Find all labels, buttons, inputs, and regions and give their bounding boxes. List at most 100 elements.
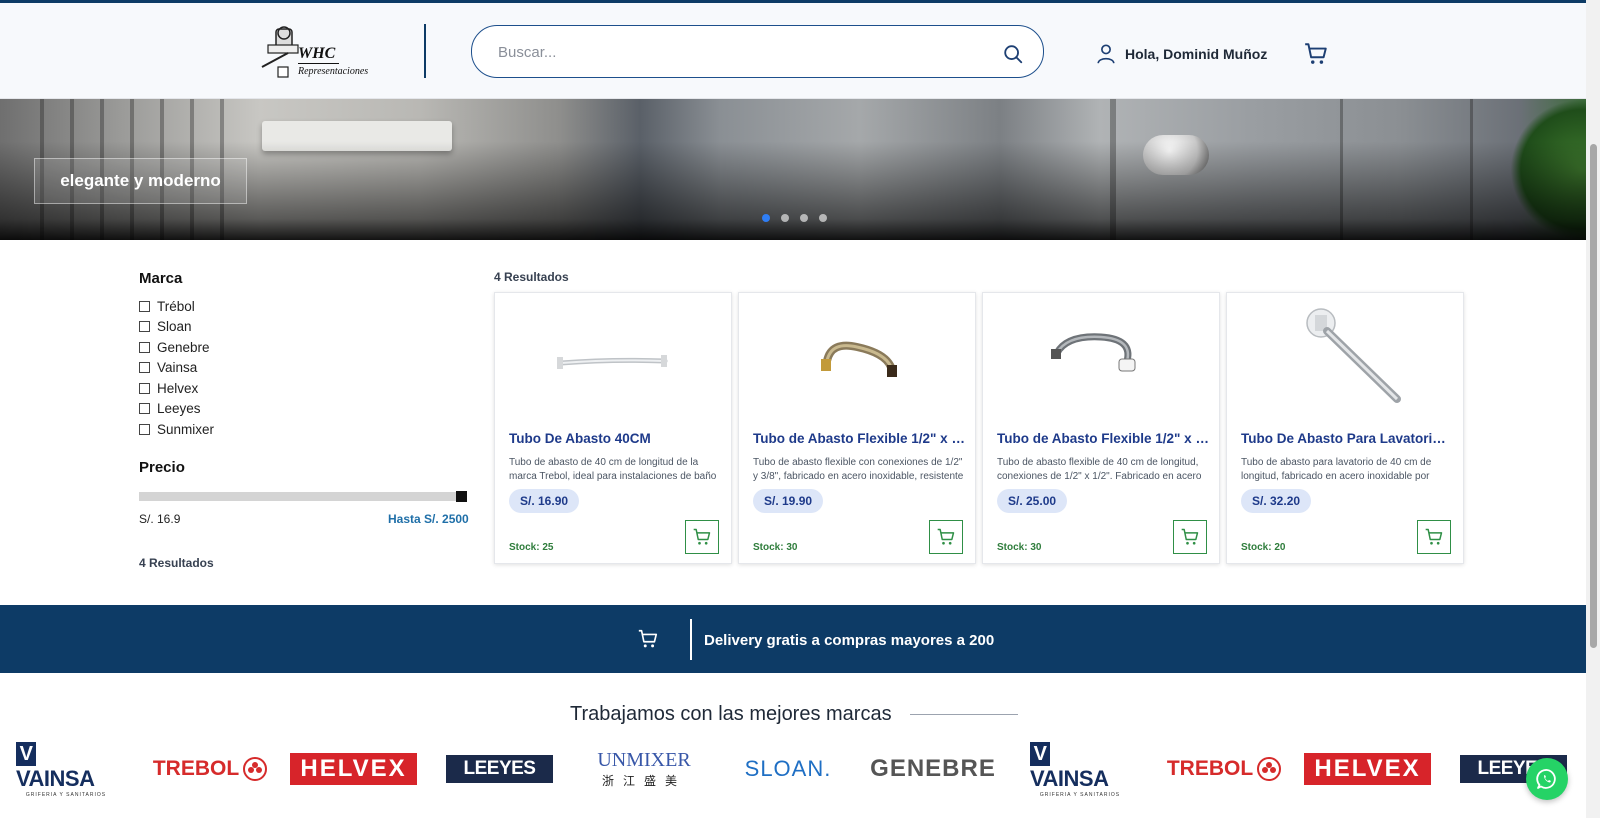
delivery-divider <box>690 619 692 660</box>
brand-filter-label: Helvex <box>157 380 199 396</box>
delivery-banner: Delivery gratis a compras mayores a 200 <box>0 605 1586 673</box>
delivery-text: Delivery gratis a compras mayores a 200 <box>704 632 995 649</box>
search-box <box>471 25 1044 78</box>
brand-filter-item[interactable]: Genebre <box>139 337 469 358</box>
product-stock: Stock: 30 <box>997 542 1042 553</box>
checkbox[interactable] <box>139 403 150 415</box>
brand-logo-vainsa[interactable]: VVAINSA GRIFERIA Y SANITARIOS <box>16 742 116 798</box>
whatsapp-icon <box>1536 769 1556 789</box>
vainsa-subtext: GRIFERIA Y SANITARIOS <box>25 792 107 798</box>
brand-filter-item[interactable]: Sunmixer <box>139 419 469 440</box>
brand-filter-item[interactable]: Sloan <box>139 317 469 338</box>
product-price: S/. 16.90 <box>509 489 580 513</box>
brand-filter-label: Leeyes <box>157 401 201 417</box>
helvex-text: HELVEX <box>1304 753 1431 785</box>
product-card[interactable]: Tubo de Abasto Flexible 1/2" x 1/2" Tubo… <box>982 292 1220 564</box>
price-range-handle[interactable] <box>456 491 467 502</box>
sloan-text: SLOAN. <box>744 756 832 781</box>
price-range-slider[interactable] <box>139 492 467 501</box>
logo-title: WHC <box>298 45 340 64</box>
results-count: 4 Resultados <box>494 270 569 284</box>
brand-filter-label: Vainsa <box>157 360 198 376</box>
scrollbar-thumb[interactable] <box>1590 144 1597 648</box>
trebol-text: TREBOL <box>152 757 240 780</box>
brand-logo-vainsa[interactable]: VVAINSA GRIFERIA Y SANITARIOS <box>1030 742 1130 798</box>
product-description: Tubo de abasto flexible de 40 cm de long… <box>997 457 1202 482</box>
brand-logo-leeyes[interactable]: LEEYES <box>446 745 553 793</box>
sunmixer-text: UNMIXER <box>597 749 691 771</box>
checkbox[interactable] <box>139 321 150 333</box>
cart-icon[interactable] <box>1303 41 1329 67</box>
product-name[interactable]: Tubo de Abasto Flexible 1/2" x 1/2" <box>997 431 1209 446</box>
brand-filter-item[interactable]: Leeyes <box>139 399 469 420</box>
checkbox[interactable] <box>139 382 150 394</box>
leeyes-text: LEEYES <box>446 755 553 783</box>
user-greeting[interactable]: Hola, Dominid Muñoz <box>1125 46 1267 62</box>
brand-filter-label: Sloan <box>157 319 192 335</box>
carousel-dot[interactable] <box>800 214 808 222</box>
brand-filter-item[interactable]: Vainsa <box>139 358 469 379</box>
product-name[interactable]: Tubo De Abasto 40CM <box>509 431 721 446</box>
filters-sidebar: Marca Trébol Sloan Genebre Vainsa Helvex… <box>139 270 469 440</box>
helvex-text: HELVEX <box>290 753 417 785</box>
trebol-text: TREBOL <box>1166 757 1254 780</box>
product-stock: Stock: 25 <box>509 542 554 553</box>
carousel-dot[interactable] <box>819 214 827 222</box>
genebre-text: GENEBRE <box>870 755 996 782</box>
brand-logo-trebol[interactable]: TREBOL <box>152 745 268 793</box>
carousel-dot[interactable] <box>762 214 770 222</box>
brands-title-line <box>910 714 1018 715</box>
product-image[interactable] <box>983 301 1219 416</box>
carousel-dots <box>762 214 827 222</box>
hero-banner[interactable]: elegante y moderno <box>0 99 1586 240</box>
filter-results-count: 4 Resultados <box>139 556 214 570</box>
vainsa-wordmark: VVAINSA GRIFERIA Y SANITARIOS <box>16 740 116 798</box>
product-card[interactable]: Tubo De Abasto 40CM Tubo de abasto de 40… <box>494 292 732 564</box>
add-to-cart-button[interactable] <box>685 520 719 554</box>
checkbox[interactable] <box>139 423 150 435</box>
precio-filter-title: Precio <box>139 459 185 476</box>
cart-icon <box>638 629 658 648</box>
vainsa-wordmark: VVAINSA GRIFERIA Y SANITARIOS <box>1030 740 1130 798</box>
add-to-cart-button[interactable] <box>929 520 963 554</box>
user-icon[interactable] <box>1095 43 1117 65</box>
brand-logo-sunmixer[interactable]: UNMIXER 浙江盛美 <box>585 745 703 793</box>
brand-filter-item[interactable]: Trébol <box>139 296 469 317</box>
checkbox[interactable] <box>139 300 150 312</box>
brand-logo-genebre[interactable]: GENEBRE <box>870 745 996 793</box>
brand-filter-label: Sunmixer <box>157 421 215 437</box>
brand-filter-label: Genebre <box>157 339 210 355</box>
brand-logo-helvex[interactable]: HELVEX <box>290 745 417 793</box>
product-name[interactable]: Tubo de Abasto Flexible 1/2" x 3/8" <box>753 431 965 446</box>
brand-logo-helvex[interactable]: HELVEX <box>1304 745 1431 793</box>
checkbox[interactable] <box>139 341 150 353</box>
brands-title: Trabajamos con las mejores marcas <box>570 703 892 725</box>
cart-icon <box>693 528 711 545</box>
price-max-label: Hasta S/. 2500 <box>388 512 469 526</box>
search-input[interactable] <box>498 39 978 65</box>
product-image[interactable] <box>1227 301 1463 416</box>
product-image[interactable] <box>495 301 731 416</box>
add-to-cart-button[interactable] <box>1417 520 1451 554</box>
product-price: S/. 19.90 <box>753 489 824 513</box>
brand-filter-item[interactable]: Helvex <box>139 378 469 399</box>
product-stock: Stock: 30 <box>753 542 798 553</box>
price-min-label: S/. 16.9 <box>139 512 181 526</box>
product-image[interactable] <box>739 301 975 416</box>
search-icon[interactable] <box>1002 43 1024 65</box>
carousel-dot[interactable] <box>781 214 789 222</box>
checkbox[interactable] <box>139 362 150 374</box>
vainsa-text: VAINSA <box>1030 766 1109 791</box>
cart-icon <box>1425 528 1443 545</box>
brand-logo-sloan[interactable]: SLOAN. <box>742 745 834 793</box>
vainsa-text: VAINSA <box>16 766 95 791</box>
product-card[interactable]: Tubo de Abasto Flexible 1/2" x 3/8" Tubo… <box>738 292 976 564</box>
product-card[interactable]: Tubo De Abasto Para Lavatorio 40cm Tubo … <box>1226 292 1464 564</box>
marca-filter-title: Marca <box>139 270 183 287</box>
product-name[interactable]: Tubo De Abasto Para Lavatorio 40cm <box>1241 431 1453 446</box>
whatsapp-button[interactable] <box>1526 758 1568 800</box>
clover-icon <box>1257 757 1282 781</box>
brand-logo-trebol[interactable]: TREBOL <box>1166 745 1282 793</box>
product-stock: Stock: 20 <box>1241 542 1286 553</box>
add-to-cart-button[interactable] <box>1173 520 1207 554</box>
